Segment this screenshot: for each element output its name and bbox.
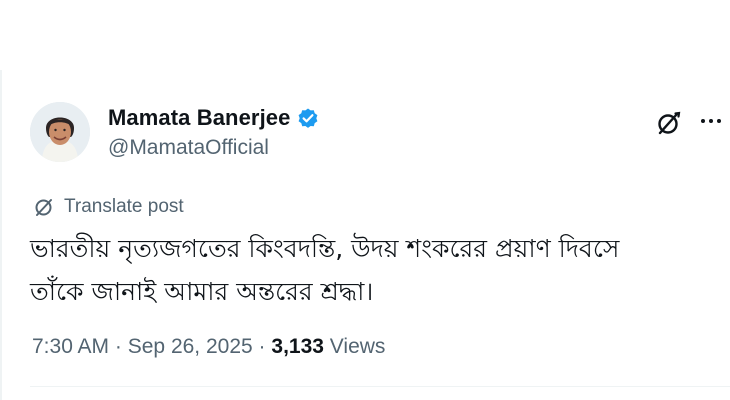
- verified-badge-icon[interactable]: [296, 106, 320, 130]
- translate-label: Translate post: [64, 196, 184, 217]
- views-count[interactable]: 3,133: [271, 335, 324, 358]
- meta-separator: ·: [114, 335, 122, 358]
- tweet-metadata: 7:30 AM · Sep 26, 2025 · 3,133 Views: [32, 335, 385, 359]
- tweet-text-line-1: ভারতীয় নৃত্যজগতের কিংবদন্তি, উদয় শংকরে…: [30, 234, 620, 263]
- tweet-text-line-2: তাঁকে জানাই আমার অন্তরের শ্রদ্ধা।: [30, 277, 374, 306]
- divider: [30, 386, 730, 387]
- author-info: Mamata Banerjee @MamataOfficial: [108, 104, 320, 160]
- views-label: Views: [329, 335, 386, 358]
- tweet-screenshot: Mamata Banerjee @MamataOfficial Translat…: [0, 0, 730, 400]
- more-options-icon[interactable]: [698, 108, 724, 134]
- translate-post-link[interactable]: Translate post: [34, 196, 184, 218]
- translate-icon: [34, 197, 54, 217]
- avatar-image: [30, 102, 90, 162]
- tweet-time[interactable]: 7:30 AM: [32, 335, 109, 358]
- user-handle[interactable]: @MamataOfficial: [108, 136, 320, 160]
- avatar[interactable]: [30, 102, 90, 162]
- name-row: Mamata Banerjee: [108, 104, 320, 132]
- display-name[interactable]: Mamata Banerjee: [108, 105, 290, 131]
- grok-icon[interactable]: [656, 110, 682, 136]
- left-border: [0, 70, 2, 400]
- tweet-text: ভারতীয় নৃত্যজগতের কিংবদন্তি, উদয় শংকরে…: [30, 227, 720, 313]
- tweet-card: Mamata Banerjee @MamataOfficial Translat…: [30, 98, 721, 358]
- meta-separator: ·: [258, 335, 266, 358]
- tweet-header: Mamata Banerjee @MamataOfficial: [30, 98, 721, 168]
- tweet-date[interactable]: Sep 26, 2025: [128, 335, 253, 358]
